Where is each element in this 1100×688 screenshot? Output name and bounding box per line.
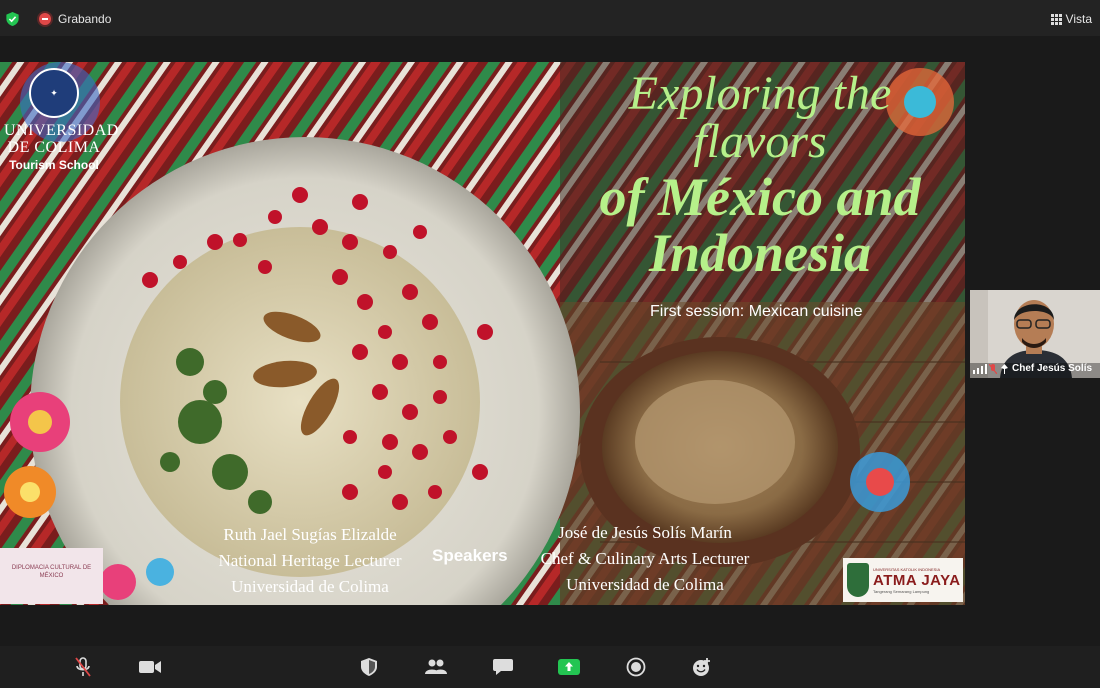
slide-title: Exploring the flavors of México and Indo… (570, 67, 950, 283)
view-label: Vista (1065, 12, 1092, 26)
atma-sub-text: Tangerang Semarang Lampung (873, 588, 930, 594)
recording-label: Grabando (58, 12, 112, 26)
mic-muted-small-icon (989, 364, 997, 374)
diplomacia-cultural-logo: DIPLOMACIA CULTURAL DE MÉXICO (0, 548, 103, 604)
connection-signal-icon (973, 364, 987, 374)
record-button[interactable] (624, 656, 648, 678)
share-screen-icon (558, 659, 580, 675)
security-icon (361, 658, 377, 676)
universidad-de-colima-logo: ✦ UNIVERSIDAD DE COLIMA Tourism School (4, 68, 119, 172)
meeting-top-bar: Grabando Vista (0, 0, 1100, 36)
title-line3: of México and (599, 167, 921, 227)
logo-school: Tourism School (9, 158, 99, 172)
reactions-button[interactable] (690, 656, 714, 678)
chat-icon (493, 659, 513, 675)
slide-subtitle: First session: Mexican cuisine (650, 303, 863, 320)
shared-slide: ✦ UNIVERSIDAD DE COLIMA Tourism School E… (0, 62, 965, 605)
participants-button[interactable] (424, 656, 448, 678)
grid-view-icon (1050, 14, 1062, 25)
speaker-right-name: José de Jesús Solís Marín (558, 523, 732, 542)
meeting-toolbar (0, 646, 1100, 688)
title-line1: Exploring the (628, 67, 892, 120)
logo-name-line1: UNIVERSIDAD (4, 122, 119, 139)
pin-icon (1001, 364, 1008, 374)
atma-jaya-crest-icon (847, 563, 869, 597)
speaker-left-name: Ruth Jael Sugías Elizalde (223, 525, 397, 544)
speakers-label: Speakers (432, 546, 508, 565)
atma-jaya-logo: UNIVERSITAS KATOLIK INDONESIA ATMA JAYA … (843, 558, 963, 602)
speaker-left-org: Universidad de Colima (231, 577, 389, 596)
view-button[interactable]: Vista (1050, 12, 1092, 26)
title-line2: flavors (693, 115, 827, 168)
title-line4: Indonesia (648, 223, 872, 283)
atma-main-text: ATMA JAYA (873, 571, 961, 589)
speaker-left-role: National Heritage Lecturer (218, 551, 402, 570)
chat-button[interactable] (491, 656, 515, 678)
mic-muted-icon (75, 657, 91, 677)
share-screen-button[interactable] (557, 656, 581, 678)
speaker-right-role: Chef & Culinary Arts Lecturer (540, 549, 750, 568)
logo-name-line2: DE COLIMA (7, 139, 101, 156)
speaker-left: Ruth Jael Sugías Elizalde National Herit… (200, 522, 420, 600)
speaker-right: José de Jesús Solís Marín Chef & Culinar… (525, 520, 765, 598)
participants-icon (425, 659, 447, 674)
video-icon (139, 661, 161, 673)
recording-indicator-icon[interactable] (39, 13, 51, 25)
participant-name: Chef Jesús Solís (1012, 363, 1093, 374)
reactions-icon (693, 658, 710, 676)
encryption-shield-icon[interactable] (6, 12, 19, 26)
mute-button[interactable] (71, 656, 95, 678)
speaker-right-org: Universidad de Colima (566, 575, 724, 594)
university-seal-icon: ✦ (29, 68, 79, 118)
video-button[interactable] (138, 656, 162, 678)
record-icon (626, 657, 646, 677)
security-button[interactable] (357, 656, 381, 678)
